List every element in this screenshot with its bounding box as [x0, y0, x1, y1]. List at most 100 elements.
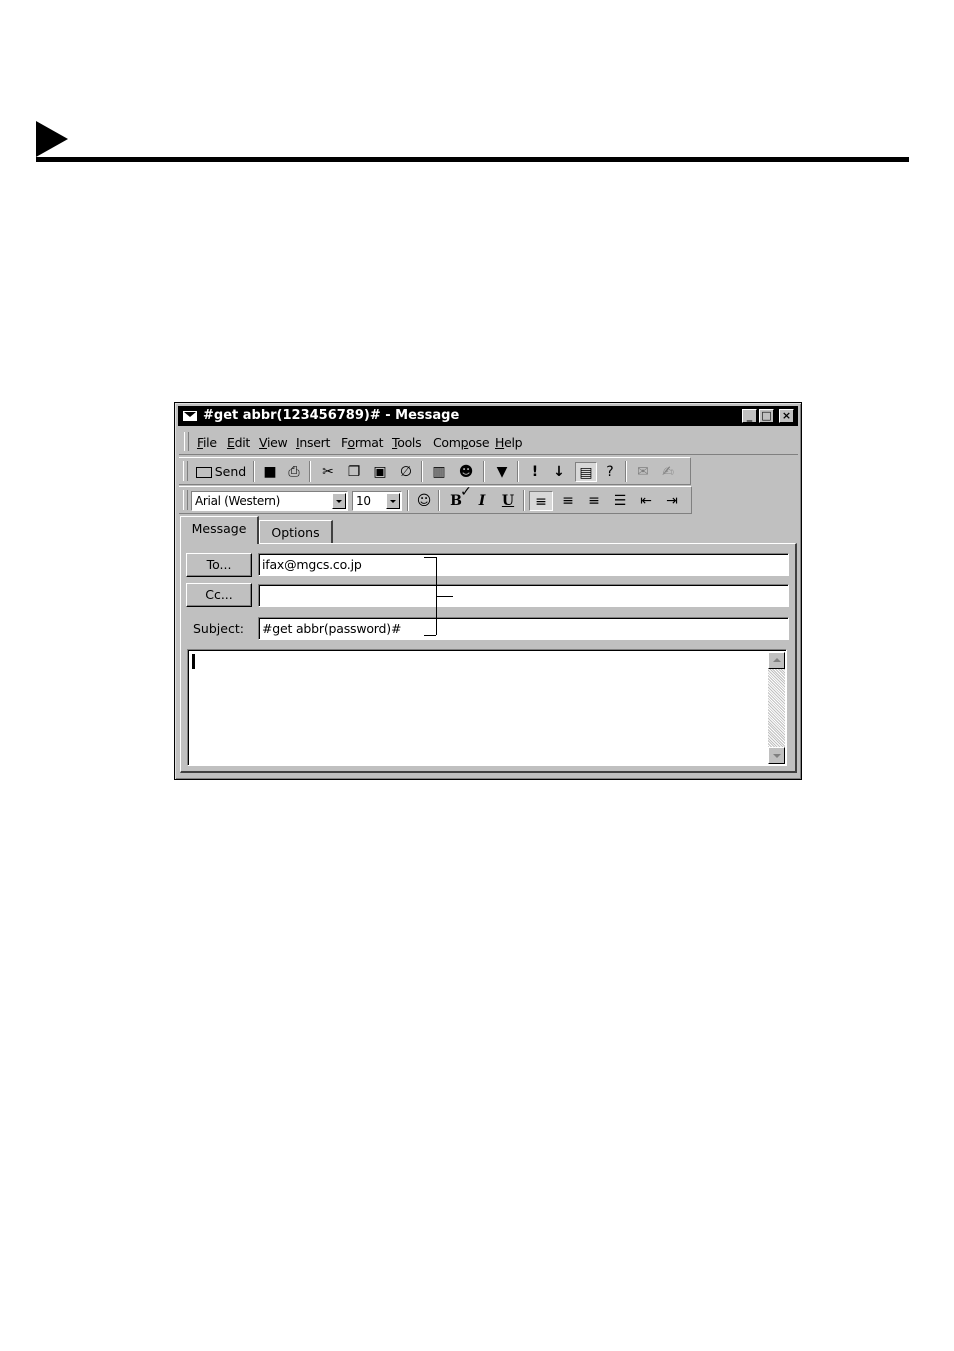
menu-insert[interactable]: Insert: [296, 435, 330, 450]
chevron-down-icon[interactable]: [386, 493, 400, 509]
address-book-icon: ▥: [432, 464, 446, 480]
toolbar-separator: [517, 461, 519, 482]
scroll-down-icon[interactable]: [768, 747, 785, 764]
text-caret: [192, 654, 195, 669]
section-marker-arrow-icon: [36, 121, 68, 157]
increase-indent-button[interactable]: ⇥: [660, 491, 684, 511]
font-value: Arial (Western): [195, 494, 281, 508]
high-importance-icon: !: [531, 464, 539, 480]
menu-view[interactable]: View: [259, 435, 288, 450]
to-field[interactable]: ifax@mgcs.co.jp: [258, 553, 789, 576]
toolbar-separator: [625, 461, 627, 482]
save-icon: ■: [263, 464, 277, 480]
print-icon: ⎙: [288, 464, 300, 480]
bullets-button[interactable]: ☰: [608, 491, 632, 511]
attach-icon: ∅: [399, 464, 413, 480]
low-importance-button[interactable]: ↓: [549, 462, 569, 482]
minimize-button[interactable]: _: [742, 409, 757, 423]
underline-button[interactable]: U: [497, 491, 519, 511]
italic-button[interactable]: I: [471, 491, 493, 511]
toolbar-separator: [523, 490, 525, 511]
address-book-button[interactable]: ▥: [428, 462, 450, 482]
bullets-icon: ☰: [613, 493, 627, 509]
help-icon: ?: [606, 464, 614, 480]
menu-help[interactable]: Help: [495, 435, 523, 450]
decrease-indent-button[interactable]: ⇤: [634, 491, 658, 511]
tab-message[interactable]: Message: [180, 516, 259, 544]
subject-label: Subject:: [193, 621, 244, 636]
cc-button[interactable]: Cc...: [186, 583, 252, 607]
sign-button[interactable]: ✉: [632, 462, 654, 482]
paste-button[interactable]: ▣: [369, 462, 391, 482]
align-right-button[interactable]: ≡: [582, 491, 606, 511]
menu-file[interactable]: File: [197, 435, 217, 450]
message-body[interactable]: [187, 649, 787, 766]
cc-field[interactable]: [258, 584, 789, 607]
encrypt-button[interactable]: ✍: [657, 462, 679, 482]
scroll-up-icon[interactable]: [768, 652, 785, 669]
toolbar-separator: [309, 461, 311, 482]
toolbar-separator: [421, 461, 423, 482]
align-left-icon: ≡: [535, 494, 547, 510]
subject-field[interactable]: #get abbr(password)#: [258, 617, 789, 640]
sign-icon: ✉: [637, 464, 649, 480]
menu-compose[interactable]: Compose: [433, 435, 490, 450]
print-button[interactable]: ⎙: [283, 462, 305, 482]
paste-icon: ▣: [373, 464, 387, 480]
font-color-button[interactable]: ☺: [413, 491, 435, 511]
message-window: #get abbr(123456789)# - Message _ □ × Fi…: [174, 402, 802, 780]
flag-button[interactable]: ▼: [491, 462, 513, 482]
callout-bracket-bottom: [424, 635, 436, 636]
font-color-icon: ☺: [416, 493, 432, 509]
toolbar-grip[interactable]: [183, 490, 188, 510]
standard-toolbar: Send ■ ⎙ ✂ ❐ ▣ ∅ ▥ ☻✓ ▼ ! ↓ ▤ ? ✉ ✍: [179, 457, 691, 500]
section-divider: [36, 157, 909, 162]
encrypt-icon: ✍: [662, 464, 674, 480]
low-importance-icon: ↓: [553, 464, 565, 480]
menu-format[interactable]: Format: [341, 435, 384, 450]
maximize-button[interactable]: □: [759, 409, 774, 423]
high-importance-button[interactable]: !: [525, 462, 545, 482]
align-right-icon: ≡: [588, 493, 600, 509]
bold-button[interactable]: B: [445, 491, 467, 511]
close-button[interactable]: ×: [779, 409, 794, 423]
font-select[interactable]: Arial (Western): [191, 491, 348, 511]
to-button[interactable]: To...: [186, 553, 252, 577]
callout-bracket-top: [424, 557, 436, 558]
vertical-scrollbar[interactable]: [768, 652, 785, 764]
envelope-icon: [183, 411, 197, 421]
increase-indent-icon: ⇥: [666, 493, 678, 509]
send-button[interactable]: Send: [192, 462, 250, 482]
menu-tools[interactable]: Tools: [392, 435, 422, 450]
decrease-indent-icon: ⇤: [640, 493, 652, 509]
menu-bar: File Edit View Insert Format Tools Compo…: [179, 429, 798, 455]
tab-options[interactable]: Options: [259, 520, 333, 544]
toolbar-separator: [438, 490, 440, 511]
toolbar-separator: [407, 490, 409, 511]
font-size-select[interactable]: 10: [352, 491, 402, 511]
callout-pointer-line: [436, 596, 453, 597]
copy-icon: ❐: [347, 464, 361, 480]
properties-icon: ▤: [579, 465, 593, 481]
send-label: Send: [214, 464, 247, 479]
toolbar-grip[interactable]: [183, 461, 188, 481]
title-bar[interactable]: #get abbr(123456789)# - Message _ □ ×: [178, 406, 798, 426]
menu-grip[interactable]: [184, 432, 189, 451]
save-button[interactable]: ■: [259, 462, 281, 482]
check-names-button[interactable]: ☻✓: [453, 462, 479, 500]
help-button[interactable]: ?: [599, 462, 621, 482]
attach-button[interactable]: ∅: [395, 462, 417, 482]
send-icon: [195, 467, 212, 478]
chevron-down-icon[interactable]: [332, 493, 346, 509]
menu-edit[interactable]: Edit: [227, 435, 250, 450]
formatting-toolbar: Arial (Western) 10 ☺ B I U ≡ ≡ ≡ ☰ ⇤ ⇥: [179, 486, 692, 514]
align-left-button[interactable]: ≡: [529, 491, 553, 511]
font-size-value: 10: [356, 494, 371, 508]
align-center-icon: ≡: [562, 493, 574, 509]
toolbar-separator: [483, 461, 485, 482]
cut-button[interactable]: ✂: [317, 462, 339, 482]
properties-button[interactable]: ▤: [575, 462, 597, 482]
flag-icon: ▼: [496, 464, 508, 480]
align-center-button[interactable]: ≡: [556, 491, 580, 511]
copy-button[interactable]: ❐: [343, 462, 365, 482]
